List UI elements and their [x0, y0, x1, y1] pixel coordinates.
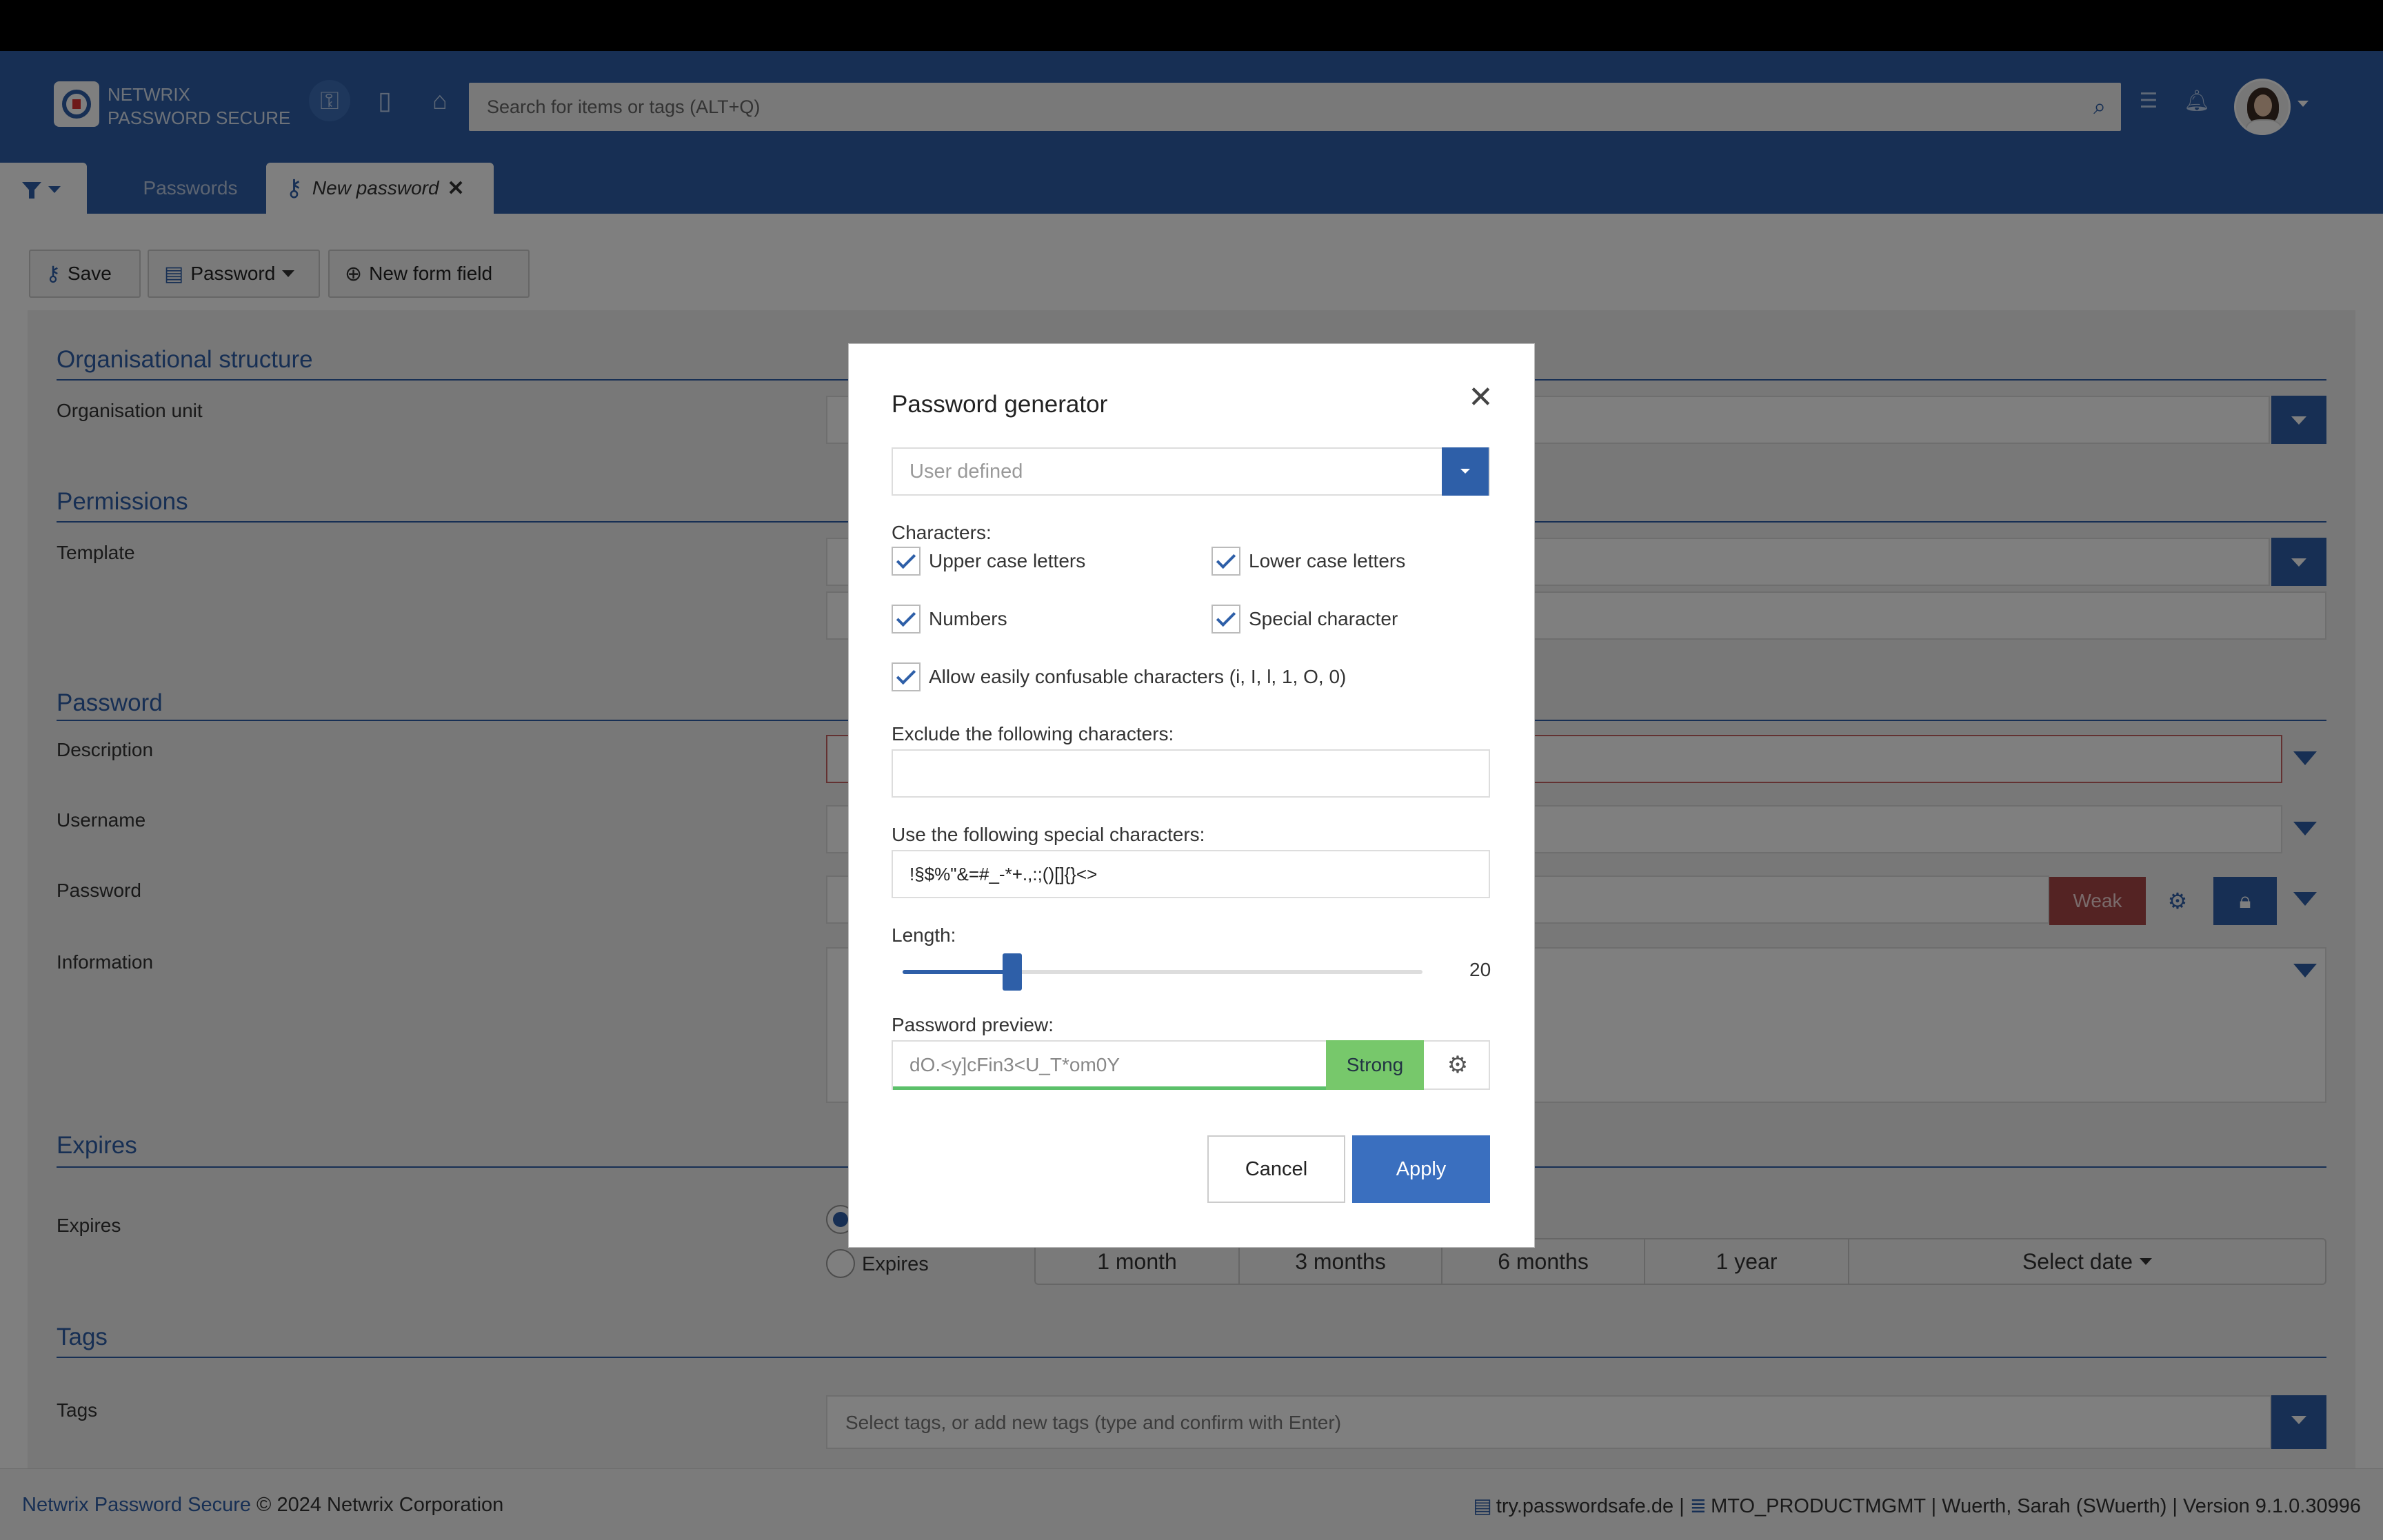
length-slider-handle[interactable] [1003, 953, 1023, 991]
special-characters-input[interactable] [892, 850, 1490, 898]
cancel-button[interactable]: Cancel [1207, 1135, 1345, 1203]
checkbox-checked-icon [1211, 605, 1240, 634]
profile-select[interactable] [892, 447, 1490, 496]
checkbox-checked-icon [892, 662, 921, 691]
lower-case-checkbox[interactable]: Lower case letters [1211, 547, 1405, 576]
numbers-label: Numbers [929, 608, 1007, 629]
length-label: Length: [892, 924, 956, 946]
strength-bar [893, 1086, 1327, 1090]
exclude-characters-input[interactable] [892, 749, 1490, 798]
apply-button[interactable]: Apply [1352, 1135, 1490, 1203]
numbers-checkbox[interactable]: Numbers [892, 605, 1007, 634]
profile-select-input[interactable] [893, 449, 1438, 494]
preview-label: Password preview: [892, 1014, 1054, 1035]
profile-dropdown-button[interactable] [1442, 447, 1489, 496]
special-character-checkbox[interactable]: Special character [1211, 605, 1398, 634]
length-slider[interactable] [903, 953, 1422, 991]
exclude-characters-label: Exclude the following characters: [892, 723, 1174, 744]
regenerate-icon[interactable]: ⚙ [1425, 1042, 1490, 1088]
dialog-title: Password generator [892, 391, 1108, 418]
preview-strength-badge: Strong [1326, 1040, 1424, 1090]
confusable-characters-checkbox[interactable]: Allow easily confusable characters (i, I… [892, 662, 1346, 691]
checkbox-checked-icon [892, 547, 921, 576]
special-character-label: Special character [1249, 608, 1398, 629]
password-preview-value[interactable]: dO.<y]cFin3<U_T*om0Y [909, 1054, 1120, 1076]
length-slider-fill [903, 970, 1013, 974]
confusable-characters-label: Allow easily confusable characters (i, I… [929, 666, 1347, 687]
close-icon[interactable]: ✕ [1468, 383, 1494, 413]
characters-label: Characters: [892, 522, 992, 543]
password-generator-dialog: Password generator ✕ Characters: Upper c… [848, 343, 1535, 1248]
upper-case-checkbox[interactable]: Upper case letters [892, 547, 1085, 576]
password-preview: dO.<y]cFin3<U_T*om0Y Strong ⚙ [892, 1040, 1490, 1090]
upper-case-label: Upper case letters [929, 550, 1086, 571]
checkbox-checked-icon [1211, 547, 1240, 576]
length-value: 20 [1469, 959, 1491, 980]
special-characters-label: Use the following special characters: [892, 824, 1205, 845]
lower-case-label: Lower case letters [1249, 550, 1406, 571]
checkbox-checked-icon [892, 605, 921, 634]
